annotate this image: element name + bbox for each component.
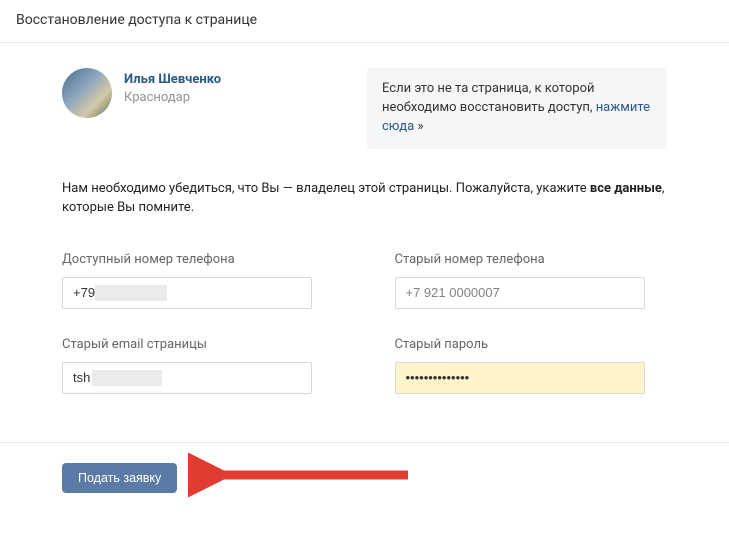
label-old-password: Старый пароль [395, 337, 645, 352]
intro-part1: Нам необходимо убедиться, что Вы — владе… [62, 181, 590, 196]
annotation-arrow-icon [188, 451, 418, 499]
input-old-phone[interactable] [395, 277, 645, 309]
footer: Подать заявку [0, 443, 729, 523]
label-old-phone: Старый номер телефона [395, 252, 645, 267]
field-old-email: Старый email страницы [62, 337, 312, 394]
profile-city: Краснодар [124, 90, 221, 105]
field-available-phone: Доступный номер телефона [62, 252, 312, 309]
avatar [62, 68, 112, 118]
main-container: Илья Шевченко Краснодар Если это не та с… [0, 43, 729, 548]
intro-text: Нам необходимо убедиться, что Вы — владе… [0, 179, 729, 218]
profile-text: Илья Шевченко Краснодар [124, 68, 221, 105]
censor-block [95, 285, 167, 301]
wrong-page-notice: Если это не та страница, к которой необх… [367, 68, 667, 149]
profile-row: Илья Шевченко Краснодар Если это не та с… [0, 68, 729, 149]
profile-name[interactable]: Илья Шевченко [124, 72, 221, 87]
input-old-password[interactable] [395, 362, 645, 394]
intro-bold: все данные [590, 181, 662, 196]
page-header: Восстановление доступа к странице [0, 0, 729, 43]
profile: Илья Шевченко Краснодар [62, 68, 327, 118]
recovery-form: Доступный номер телефона Старый номер те… [0, 252, 729, 394]
censor-block [92, 370, 162, 386]
field-old-password: Старый пароль [395, 337, 645, 394]
notice-raquo: » [414, 119, 423, 134]
field-old-phone: Старый номер телефона [395, 252, 645, 309]
page-title: Восстановление доступа к странице [16, 12, 713, 28]
label-available-phone: Доступный номер телефона [62, 252, 312, 267]
label-old-email: Старый email страницы [62, 337, 312, 352]
notice-text: Если это не та страница, к которой необх… [382, 81, 596, 115]
submit-button[interactable]: Подать заявку [62, 463, 177, 493]
